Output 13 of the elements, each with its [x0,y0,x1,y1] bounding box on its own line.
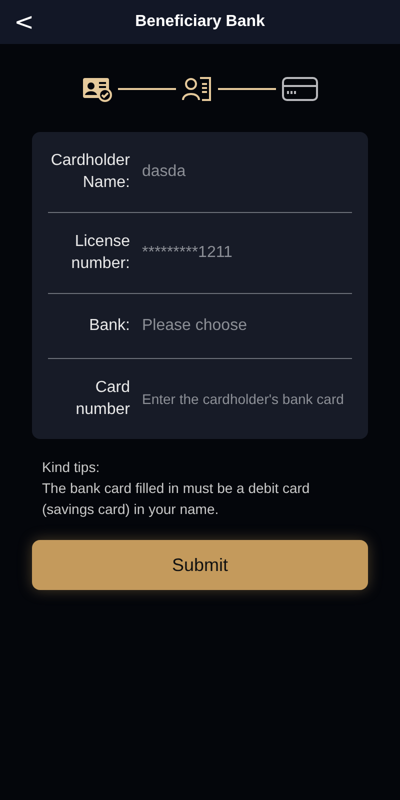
input-field[interactable]: dasda [142,163,352,181]
input-field[interactable]: Enter the cardholder's bank card [142,391,352,407]
field-label: Card number [74,378,130,420]
back-button[interactable]: < [8,6,40,38]
tips-text: The bank card filled in must be a debit card (savings card) in your name. [42,479,311,519]
submit-button[interactable]: Submit [32,540,368,590]
field-label: Bank: [88,316,130,336]
field-label: Cardholder Name: [50,151,130,193]
tips-title: Kind tips: [42,458,101,477]
bank-select[interactable]: Please choose [142,317,352,335]
input-field[interactable]: *********1211 [142,244,352,262]
page-title: Beneficiary Bank [135,13,265,31]
field-label: License number: [70,232,130,274]
